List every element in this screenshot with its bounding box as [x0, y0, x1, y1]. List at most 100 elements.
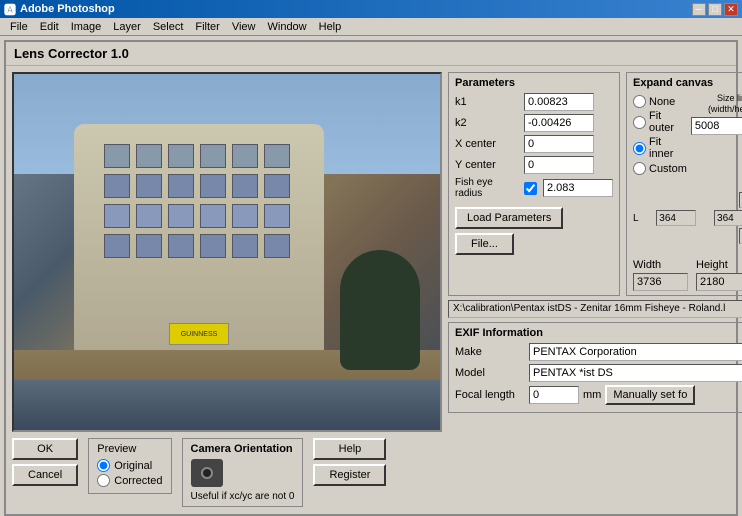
- window: [168, 234, 194, 258]
- window: [232, 234, 258, 258]
- preview-image: GUINNESS: [14, 74, 440, 430]
- window: [232, 144, 258, 168]
- register-button[interactable]: Register: [313, 464, 386, 486]
- menu-help[interactable]: Help: [313, 20, 348, 34]
- xcenter-input[interactable]: [524, 135, 594, 153]
- menu-view[interactable]: View: [226, 20, 262, 34]
- size-limit-group: Size limit (width/height): [691, 93, 742, 177]
- fisheye-input[interactable]: [543, 179, 613, 197]
- close-button[interactable]: ✕: [724, 3, 738, 16]
- none-option: None: [633, 95, 687, 108]
- plugin-body: GUINNESS OK Cancel Preview: [6, 66, 736, 508]
- bottom-controls: OK Cancel Preview Original Corrected: [12, 438, 442, 507]
- menu-window[interactable]: Window: [262, 20, 313, 34]
- right-input[interactable]: [714, 210, 742, 226]
- app-title: Adobe Photoshop: [20, 3, 115, 15]
- window: [136, 174, 162, 198]
- expand-canvas-section: Expand canvas None Fit outer: [626, 72, 742, 296]
- fit-outer-option: Fit outer: [633, 110, 687, 134]
- menu-edit[interactable]: Edit: [34, 20, 65, 34]
- right-panel: Parameters k1 k2 X center Y center: [448, 72, 742, 502]
- menu-filter[interactable]: Filter: [189, 20, 225, 34]
- height-label: Height: [696, 259, 742, 271]
- focal-input-group: mm Manually set fo: [529, 385, 695, 405]
- ok-button[interactable]: OK: [12, 438, 78, 460]
- ycenter-input[interactable]: [524, 156, 594, 174]
- corrected-radio[interactable]: [97, 474, 110, 487]
- fit-inner-radio[interactable]: [633, 142, 646, 155]
- water-area: [14, 380, 440, 430]
- title-bar: 🅰 Adobe Photoshop ─ □ ✕: [0, 0, 742, 18]
- building-windows: [104, 144, 290, 258]
- original-radio-row: Original: [97, 459, 162, 472]
- k1-row: k1: [455, 93, 613, 111]
- parameters-section: Parameters k1 k2 X center Y center: [448, 72, 620, 296]
- file-btn-wrapper: File...: [455, 233, 613, 255]
- k1-label: k1: [455, 96, 520, 108]
- ycenter-label: Y center: [455, 159, 520, 171]
- window: [200, 234, 226, 258]
- window: [168, 144, 194, 168]
- width-input[interactable]: [633, 273, 688, 291]
- camera-lens: [201, 467, 213, 479]
- window: [200, 174, 226, 198]
- help-button[interactable]: Help: [313, 438, 386, 460]
- k1-input[interactable]: [524, 93, 594, 111]
- size-limit-input[interactable]: [691, 117, 742, 135]
- filepath-text: X:\calibration\Pentax istDS - Zenitar 16…: [453, 303, 725, 314]
- fisheye-label: Fish eye radius: [455, 177, 520, 199]
- model-value: PENTAX *ist DS: [529, 364, 742, 382]
- camera-icon: [191, 459, 223, 487]
- menu-file[interactable]: File: [4, 20, 34, 34]
- height-group: Height: [696, 259, 742, 291]
- menu-image[interactable]: Image: [65, 20, 108, 34]
- window: [104, 174, 130, 198]
- manually-set-button[interactable]: Manually set fo: [605, 385, 695, 405]
- expand-radios: None Fit outer Fit inner: [633, 93, 687, 177]
- make-label: Make: [455, 346, 525, 358]
- corrected-label: Corrected: [114, 475, 162, 487]
- custom-option: Custom: [633, 162, 687, 175]
- fisheye-checkbox[interactable]: [524, 182, 537, 195]
- k2-input[interactable]: [524, 114, 594, 132]
- size-limit-title: Size limit (width/height): [691, 93, 742, 115]
- custom-radio[interactable]: [633, 162, 646, 175]
- load-parameters-button[interactable]: Load Parameters: [455, 207, 563, 229]
- top-row: [633, 192, 742, 208]
- camera-orientation-group: Camera Orientation Useful if xc/yc are n…: [182, 438, 304, 507]
- window: [136, 204, 162, 228]
- fit-outer-label: Fit outer: [649, 110, 687, 134]
- focal-input[interactable]: [529, 386, 579, 404]
- window: [264, 204, 290, 228]
- fit-outer-radio[interactable]: [633, 116, 646, 129]
- window: [104, 144, 130, 168]
- expand-inner: None Fit outer Fit inner: [633, 93, 742, 177]
- expand-title: Expand canvas: [633, 77, 742, 89]
- maximize-button[interactable]: □: [708, 3, 722, 16]
- make-row: Make PENTAX Corporation: [455, 343, 742, 361]
- focal-unit: mm: [583, 389, 601, 401]
- preview-title: Preview: [97, 443, 162, 455]
- plugin-title-text: Lens Corrector 1.0: [14, 46, 129, 61]
- height-input[interactable]: [696, 273, 742, 291]
- wh-row: Width Height: [633, 259, 742, 291]
- bottom-row: [633, 228, 742, 244]
- preview-group: Preview Original Corrected: [88, 438, 171, 494]
- window: [200, 204, 226, 228]
- cancel-button[interactable]: Cancel: [12, 464, 78, 486]
- building-sign: GUINNESS: [169, 323, 229, 345]
- none-radio[interactable]: [633, 95, 646, 108]
- minimize-button[interactable]: ─: [692, 3, 706, 16]
- title-bar-buttons: ─ □ ✕: [692, 3, 738, 16]
- k2-row: k2: [455, 114, 613, 132]
- menu-select[interactable]: Select: [147, 20, 190, 34]
- left-input[interactable]: [656, 210, 696, 226]
- original-radio[interactable]: [97, 459, 110, 472]
- file-button[interactable]: File...: [455, 233, 514, 255]
- window: [104, 234, 130, 258]
- exif-title: EXIF Information: [455, 327, 742, 339]
- width-label: Width: [633, 259, 688, 271]
- menu-layer[interactable]: Layer: [107, 20, 147, 34]
- parameters-title: Parameters: [455, 77, 613, 89]
- top-label: top: [633, 181, 742, 192]
